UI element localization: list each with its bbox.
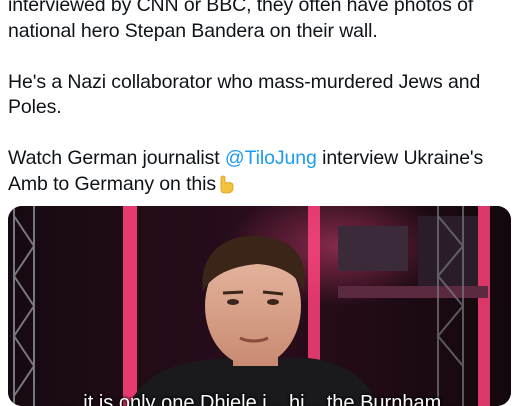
tweet-line: interviewed by CNN or BBC, they often ha… xyxy=(8,0,474,16)
mention-link[interactable]: @TiloJung xyxy=(225,147,317,169)
video-player[interactable]: ... it is only one Dhiele i... hi... the… xyxy=(8,206,511,406)
tweet-text: interviewed by CNN or BBC, they often ha… xyxy=(8,0,513,223)
tweet-line: Poles. xyxy=(8,96,62,118)
tweet-paragraph-2: He's a Nazi collaborator who mass-murder… xyxy=(8,70,513,121)
video-subtitle: ... it is only one Dhiele i... hi... the… xyxy=(61,392,458,406)
tweet-line: interview Ukraine's xyxy=(316,147,484,169)
video-frame xyxy=(8,206,511,406)
tweet-paragraph-3: Watch German journalist @TiloJung interv… xyxy=(8,146,513,197)
tweet-line: Amb to Germany on this xyxy=(8,172,217,195)
tweet-line: He's a Nazi collaborator who mass-murder… xyxy=(8,70,481,93)
tweet-paragraph-1: interviewed by CNN or BBC, they often ha… xyxy=(8,0,513,44)
backhand-index-pointing-down-icon xyxy=(217,174,235,194)
tweet-line: Watch German journalist xyxy=(8,147,225,169)
tweet-line: national hero Stepan Bandera on their wa… xyxy=(8,19,378,42)
